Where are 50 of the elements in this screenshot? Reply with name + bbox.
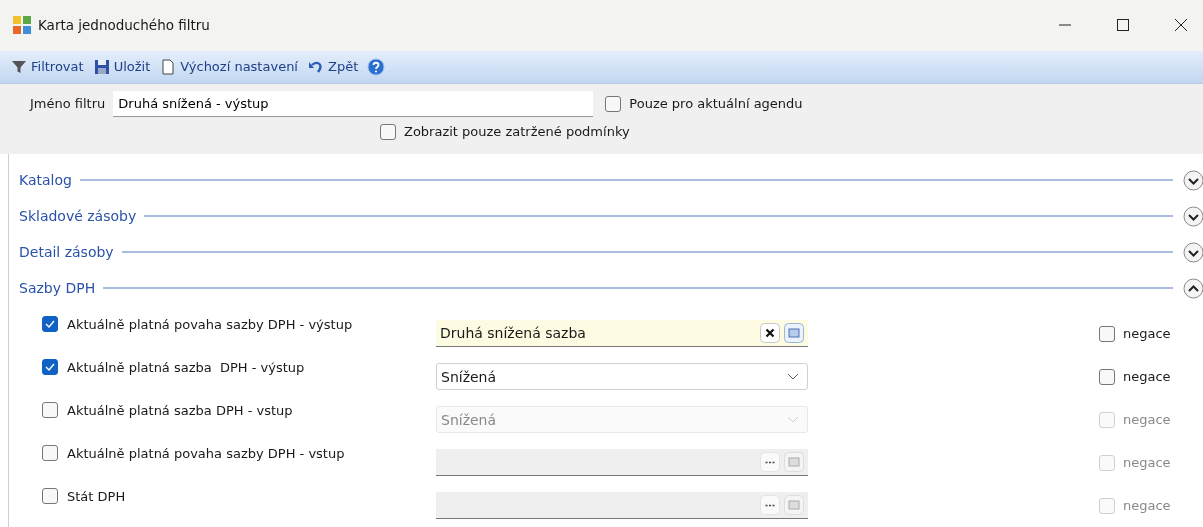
checkbox-label: negace (1123, 369, 1171, 384)
window-title: Karta jednoduchého filtru (38, 17, 210, 34)
checkmark-icon (45, 320, 55, 328)
toolbar-button[interactable]: Uložit (90, 56, 154, 77)
maximize-icon[interactable] (1117, 19, 1129, 32)
checkbox[interactable] (42, 402, 58, 418)
expand-button[interactable] (1183, 169, 1203, 191)
expand-button[interactable] (1183, 241, 1203, 263)
chevron-down-icon (787, 372, 799, 381)
checkmark-icon (45, 363, 55, 371)
condition-label: Aktuálně platná povaha sazby DPH - výstup (67, 316, 353, 332)
checkbox[interactable] (42, 359, 58, 375)
section-title[interactable]: Sazby DPH (19, 280, 96, 296)
toolbar-button[interactable]: Zpět (305, 56, 362, 77)
condition-label: Aktuálně platná povaha sazby DPH - vstup (67, 445, 345, 461)
checkbox-label: Zobrazit pouze zatržené podmínky (404, 124, 630, 140)
checkbox-label: negace (1123, 498, 1171, 513)
dropdown[interactable]: Snížená (436, 363, 808, 390)
app-icon (12, 15, 32, 36)
help-icon[interactable] (367, 57, 386, 76)
section-title[interactable]: Skladové zásoby (19, 208, 137, 224)
checkbox-label: negace (1123, 455, 1171, 470)
checkbox[interactable] (1099, 368, 1115, 385)
condition-label: Stát DPH (67, 488, 126, 504)
chevron-down-icon (787, 415, 799, 424)
expand-button[interactable] (1183, 205, 1203, 227)
document-icon (160, 58, 177, 75)
checkbox-label: Pouze pro aktuální agendu (629, 96, 803, 112)
checkbox-label: negace (1123, 412, 1171, 427)
filter-icon (11, 58, 27, 75)
section-title[interactable]: Katalog (19, 172, 72, 188)
toolbar-button[interactable]: Filtrovat (8, 56, 87, 77)
condition-label: Aktuálně platná sazba DPH - vstup (67, 402, 293, 418)
toolbar-button[interactable]: Výchozí nastavení (157, 56, 301, 77)
checkbox[interactable] (42, 488, 58, 504)
save-icon (93, 58, 110, 75)
checkbox[interactable] (42, 445, 58, 461)
checkbox[interactable] (1099, 325, 1115, 342)
checkbox[interactable] (605, 95, 622, 112)
field-label: Jméno filtru (30, 96, 106, 112)
clear-icon[interactable] (760, 323, 780, 343)
checkbox-label: negace (1123, 326, 1171, 341)
close-icon[interactable] (1175, 19, 1187, 32)
section-title[interactable]: Detail zásoby (19, 244, 114, 260)
collapse-button[interactable] (1183, 277, 1203, 299)
lookup-field[interactable]: Druhá snížená sazba (436, 320, 808, 347)
condition-label: Aktuálně platná sazba DPH - výstup (67, 359, 305, 375)
checkbox[interactable] (42, 316, 58, 332)
filter-name-field[interactable]: Druhá snížená - výstup (113, 90, 594, 117)
checkbox[interactable] (380, 123, 396, 140)
